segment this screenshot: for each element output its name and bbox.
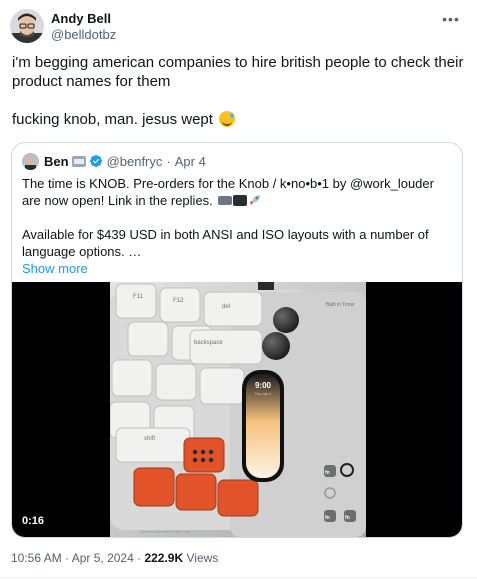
video-player[interactable]: F11 F12 del backspace shift Built in Tim… — [12, 282, 462, 537]
control-knobs-emoji-icon — [233, 195, 248, 206]
tweet-text: i'm begging american companies to hire b… — [12, 53, 464, 129]
tweet-date[interactable]: Apr 5, 2024 — [72, 551, 134, 565]
more-dots-icon: ••• — [442, 11, 460, 27]
meta-separator-1: · — [65, 551, 70, 565]
more-options-button[interactable]: ••• — [439, 9, 463, 29]
quoted-avatar — [22, 152, 39, 170]
tweet-line-1: i'm begging american companies to hire b… — [12, 54, 464, 90]
fn-key-label-1: fn — [325, 470, 330, 476]
keyboard-product-image: F11 F12 del backspace shift Built in Tim… — [110, 282, 366, 537]
key-f11-label: F11 — [133, 294, 144, 300]
fn-key-label-2: fn — [325, 515, 330, 521]
video-frame: F11 F12 del backspace shift Built in Tim… — [110, 282, 366, 537]
quoted-separator: · — [166, 153, 171, 169]
meta-separator-2: · — [137, 551, 142, 565]
author-avatar[interactable] — [10, 9, 44, 43]
key-backspace-label: backspace — [194, 340, 223, 346]
quoted-para-1: The time is KNOB. Pre-orders for the Kno… — [22, 175, 452, 209]
screen-time: 9:00 — [255, 381, 272, 390]
views-count: 222.9K — [144, 551, 184, 565]
bottom-divider — [0, 577, 477, 578]
robot-emoji-icon — [71, 155, 86, 167]
show-more-link[interactable]: Show more — [22, 260, 452, 277]
video-duration: 0:16 — [22, 515, 45, 527]
rocket-emoji-icon — [248, 193, 262, 207]
screen-animation-caption: Screen animations Not Final — [140, 529, 190, 534]
key-shift-label: shift — [144, 436, 155, 442]
keyboard-emoji-icon — [218, 196, 233, 205]
key-del-label: del — [222, 304, 230, 310]
quoted-name: Ben — [44, 153, 69, 169]
quoted-handle: @benfryc — [106, 153, 163, 169]
tweet-meta: 10:56 AM · Apr 5, 2024 · 222.9K Views — [11, 551, 218, 565]
key-f12-label: F12 — [173, 298, 184, 304]
quoted-para-2: Available for $439 USD in both ANSI and … — [22, 227, 429, 259]
screen-date: Thu, Apr 4 — [255, 392, 271, 396]
tweet-line-2-text: fucking knob, man. jesus wept — [12, 111, 213, 128]
verified-badge-icon — [89, 154, 103, 168]
author-handle[interactable]: @belldotbz — [51, 27, 116, 43]
author-name[interactable]: Andy Bell — [51, 11, 116, 26]
quoted-text: The time is KNOB. Pre-orders for the Kno… — [22, 175, 452, 277]
tweet-time[interactable]: 10:56 AM — [11, 551, 62, 565]
sweat-smile-emoji-icon — [219, 111, 236, 127]
built-in-timer-label: Built in Timer — [326, 302, 355, 308]
quoted-date[interactable]: Apr 4 — [175, 154, 206, 169]
author-info: Andy Bell @belldotbz — [51, 11, 116, 43]
tweet-line-2: fucking knob, man. jesus wept — [12, 110, 464, 129]
views-label: Views — [186, 551, 219, 565]
tweet: Andy Bell @belldotbz ••• i'm begging ame… — [0, 0, 477, 579]
fn-key-label-3: fn — [345, 515, 350, 521]
quoted-header: Ben @benfryc · Apr 4 — [22, 152, 206, 170]
quoted-tweet[interactable]: Ben @benfryc · Apr 4 The time is KNOB. P… — [11, 142, 463, 538]
